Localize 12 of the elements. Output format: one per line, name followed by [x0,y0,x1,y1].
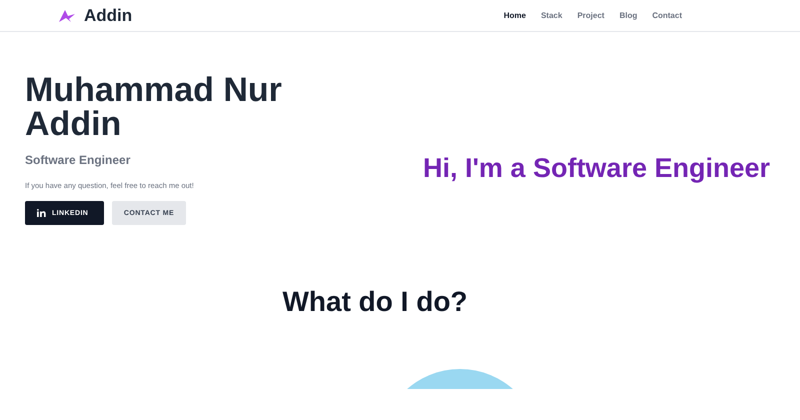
nav-link[interactable]: Stack [540,11,562,20]
nav-link[interactable]: Project [577,11,604,20]
role-subtitle: Software Engineer [25,153,132,167]
hero-tagline: Hi, I'm a Software Engineer [423,152,770,184]
hero-name: Muhammad Nur Addin [25,73,283,141]
logo-icon [58,8,76,22]
nav-link[interactable]: Home [504,11,526,20]
nav-link[interactable]: Contact [652,11,682,20]
section-heading: What do I do? [282,286,468,318]
nav-link[interactable]: Blog [619,11,638,20]
linkedin-icon [37,209,46,217]
brand-name[interactable]: Addin [84,6,132,26]
